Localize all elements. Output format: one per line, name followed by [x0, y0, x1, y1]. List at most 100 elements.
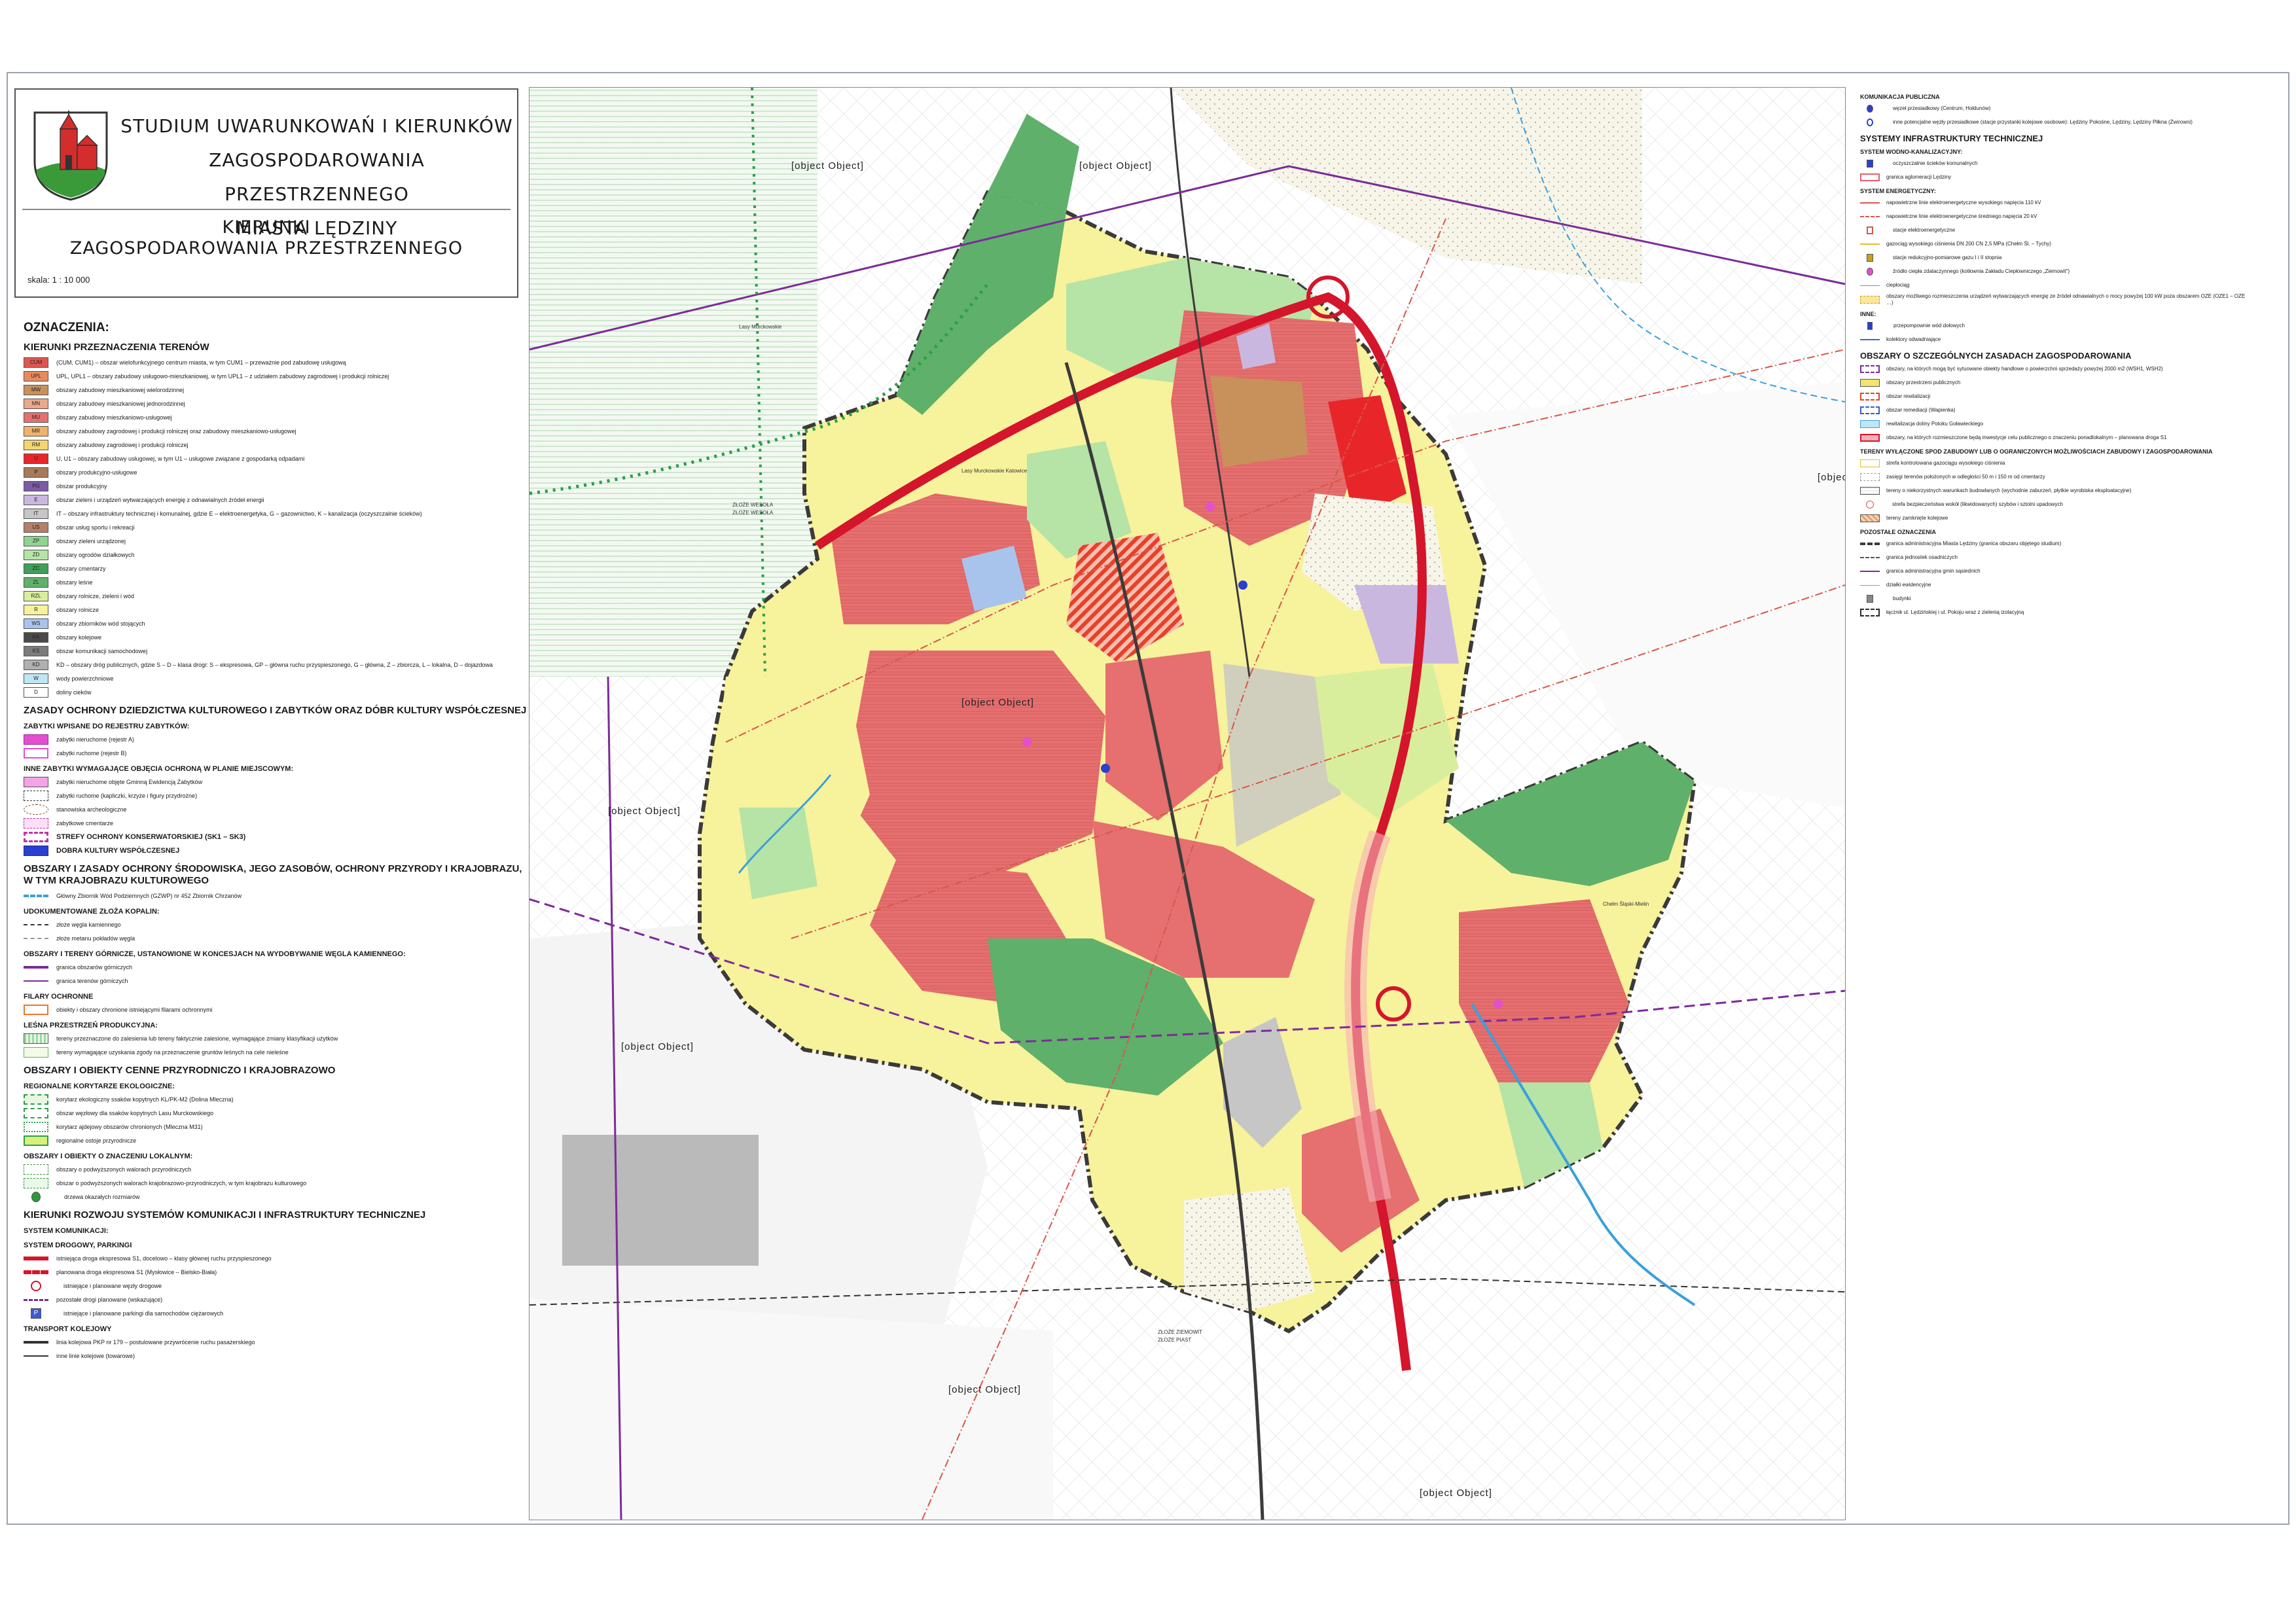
legend-swatch — [24, 832, 48, 842]
heritage-monument-icon[interactable] — [1206, 502, 1215, 511]
modern-heritage-icon[interactable] — [1238, 580, 1247, 590]
legend-label: korytarz ajdejowy obszarów chronionych (… — [56, 1123, 203, 1130]
legend-item: granica administracyjna Miasta Lędziny (… — [1860, 538, 2253, 550]
land-use-swatch: RZL — [24, 591, 48, 601]
legend-label: zabytki nieruchome objęte Gminną Ewidenc… — [56, 778, 203, 785]
land-use-legend-item: Ddoliny cieków — [24, 687, 528, 698]
legend-item: granica obszarów górniczych — [24, 961, 528, 973]
legend-item: planowana droga ekspresowa S1 (Mysłowice… — [24, 1266, 528, 1278]
multi-family-housing-area[interactable] — [1210, 376, 1308, 467]
heritage-monument-icon[interactable] — [1022, 738, 1031, 747]
legend-label: obszary, na których mogą być sytuowane o… — [1886, 366, 2163, 372]
legend-subsection-title: POZOSTAŁE OZNACZENIA — [1860, 529, 1936, 535]
place-label-mielin: [object Object] — [1818, 472, 1845, 483]
legend-item: tereny o niekorzystnych warunkach budowl… — [1860, 485, 2253, 497]
green-area-west[interactable] — [739, 808, 817, 899]
residential-area-ledziny-centre[interactable] — [844, 651, 1105, 873]
legend-label: KD – obszary dróg publicznych, gdzie S –… — [56, 661, 493, 668]
legend-label: napowietrzne linie elektroenergetyczne ś… — [1886, 213, 2037, 219]
legend-item: strefa bezpieczeństwa wokół (likwidowany… — [1860, 499, 2253, 510]
legend-section-title: OBSZARY O SZCZEGÓLNYCH ZASADACH ZAGOSPOD… — [1860, 351, 2132, 361]
legend-label: granica obszarów górniczych — [56, 963, 133, 971]
legend-section-title: OBSZARY I OBIEKTY CENNE PRZYRODNICZO I K… — [24, 1065, 336, 1076]
legend-label: korytarz ekologiczny ssaków kopytnych KL… — [56, 1096, 234, 1103]
land-use-swatch: MU — [24, 412, 48, 423]
area-label: Chełm Śląski-Mielin — [1603, 901, 1649, 907]
study-map[interactable]: [object Object] [object Object] [object … — [529, 87, 1846, 1520]
gas-station-icon — [1867, 254, 1873, 262]
legend-subsection-title: INNE: — [1860, 311, 1876, 317]
legend-item: STREFY OCHRONY KONSERWATORSKIEJ (SK1 – S… — [24, 831, 528, 843]
legend-label: Główny Zbiornik Wód Podziemnych (GZWP) n… — [56, 892, 242, 899]
legend-label: strefa bezpieczeństwa wokół (likwidowany… — [1892, 501, 2064, 507]
legend-item: zasięgi terenów położonych w odległości … — [1860, 471, 2253, 483]
land-use-legend-item: US obszar usług sportu i rekreacji — [24, 522, 528, 533]
title-line: ZAGOSPODAROWANIA PRZESTRZENNEGO — [209, 149, 425, 205]
pump-station-icon — [1867, 322, 1873, 330]
legend-subsection-title: TERENY WYŁĄCZONE SPOD ZABUDOWY LUB O OGR… — [1860, 448, 2213, 455]
land-use-swatch: ZP — [24, 536, 48, 546]
legend-subsection-title: SYSTEM WODNO-KANALIZACYJNY: — [1860, 149, 1963, 155]
legend-item: granica aglomeracji Lędziny — [1860, 171, 2253, 183]
legend-swatch — [24, 748, 48, 758]
legend-swatch — [24, 1270, 48, 1274]
modern-heritage-icon[interactable] — [1101, 764, 1110, 773]
deposit-label: ZŁOŻE PIAST — [1158, 1337, 1191, 1343]
legend-swatch — [24, 895, 48, 897]
legend-swatch — [1860, 202, 1880, 204]
legend-swatch — [24, 846, 48, 856]
legend-item: rewitalizacja doliny Potoku Goławieckieg… — [1860, 418, 2253, 430]
legend-swatch — [24, 804, 48, 815]
legend-swatch — [24, 1047, 48, 1058]
sewage-plant-icon — [1867, 160, 1873, 168]
legend-item: obszar o podwyższonych walorach krajobra… — [24, 1177, 528, 1189]
legend-swatch — [1860, 459, 1880, 467]
place-label-bierun-south: [object Object] — [1420, 1488, 1492, 1499]
legend-item: obszary możliwego rozmieszczenia urządze… — [1860, 293, 2253, 306]
legend-item: drzewa okazałych rozmiarów — [24, 1191, 528, 1203]
legend-swatch — [24, 777, 48, 787]
legend-item: tereny zamknięte kolejowe — [1860, 512, 2253, 524]
legend-item: tereny przeznaczone do zalesienia lub te… — [24, 1033, 528, 1044]
legend-subsection-title: SYSTEM DROGOWY, PARKINGI — [24, 1241, 132, 1249]
legend-label: obszar o podwyższonych walorach krajobra… — [56, 1179, 307, 1186]
legend-label: UPL, UPL1 – obszary zabudowy usługowo-mi… — [56, 372, 389, 380]
land-use-legend-item: WS obszary zbiorników wód stojących — [24, 618, 528, 630]
legend-swatch — [1860, 285, 1880, 286]
legend-swatch — [24, 1341, 48, 1344]
legend-label: obszary produkcyjno-usługowe — [56, 469, 137, 476]
legend-subsection-title: KOMUNIKACJA PUBLICZNA — [1860, 94, 1940, 100]
legend-item: obszar rewitalizacji — [1860, 391, 2253, 402]
land-use-legend-item: U U, U1 – obszary zabudowy usługowej, w t… — [24, 453, 528, 465]
land-use-swatch: WS — [24, 618, 48, 629]
parking-icon: P — [31, 1308, 41, 1319]
land-use-swatch: MR — [24, 426, 48, 437]
legend-swatch — [1860, 406, 1880, 414]
legend-label: obszary możliwego rozmieszczenia urządze… — [1886, 293, 2246, 306]
legend-label: obszary rolnicze, zieleni i wód — [56, 592, 135, 599]
legend-label: obszar remediacji (Wapienka) — [1886, 407, 1956, 413]
land-use-swatch: R — [24, 605, 48, 615]
legend-swatch — [24, 1135, 48, 1146]
land-use-legend-item: Robszary rolnicze — [24, 604, 528, 616]
land-use-swatch: ZD — [24, 550, 48, 560]
deposit-label: ZŁOŻE ZIEMOWIT — [1158, 1329, 1202, 1335]
legend-label: stacje elektroenergetyczne — [1893, 227, 1956, 233]
land-use-swatch: KK — [24, 632, 48, 643]
land-use-swatch: PG — [24, 481, 48, 491]
legend-item: obszary przestrzeni publicznych — [1860, 377, 2253, 389]
map-canvas[interactable]: [object Object] [object Object] [object … — [529, 88, 1845, 1520]
legend-swatch — [24, 791, 48, 801]
legend-swatch — [24, 1122, 48, 1132]
legend-label: obszary zabudowy zagrodowej i produkcji … — [56, 441, 188, 448]
legend-subsection-title: UDOKUMENTOWANE ZŁOŻA KOPALIN: — [24, 908, 160, 916]
land-use-legend-item: IT IT – obszary infrastruktury techniczne… — [24, 508, 528, 520]
legend-item: obszar remediacji (Wapienka) — [1860, 404, 2253, 416]
legend-subsection-title: ZABYTKI WPISANE DO REJESTRU ZABYTKÓW: — [24, 722, 190, 730]
legend-item: obszary, na których mogą być sytuowane o… — [1860, 363, 2253, 375]
legend-swatch — [1860, 173, 1880, 181]
legend-swatch — [1860, 243, 1880, 245]
tree-icon — [31, 1192, 41, 1202]
land-use-legend-item: MU obszary zabudowy mieszkaniowo-usługowe… — [24, 412, 528, 423]
heritage-monument-icon[interactable] — [1494, 999, 1503, 1008]
